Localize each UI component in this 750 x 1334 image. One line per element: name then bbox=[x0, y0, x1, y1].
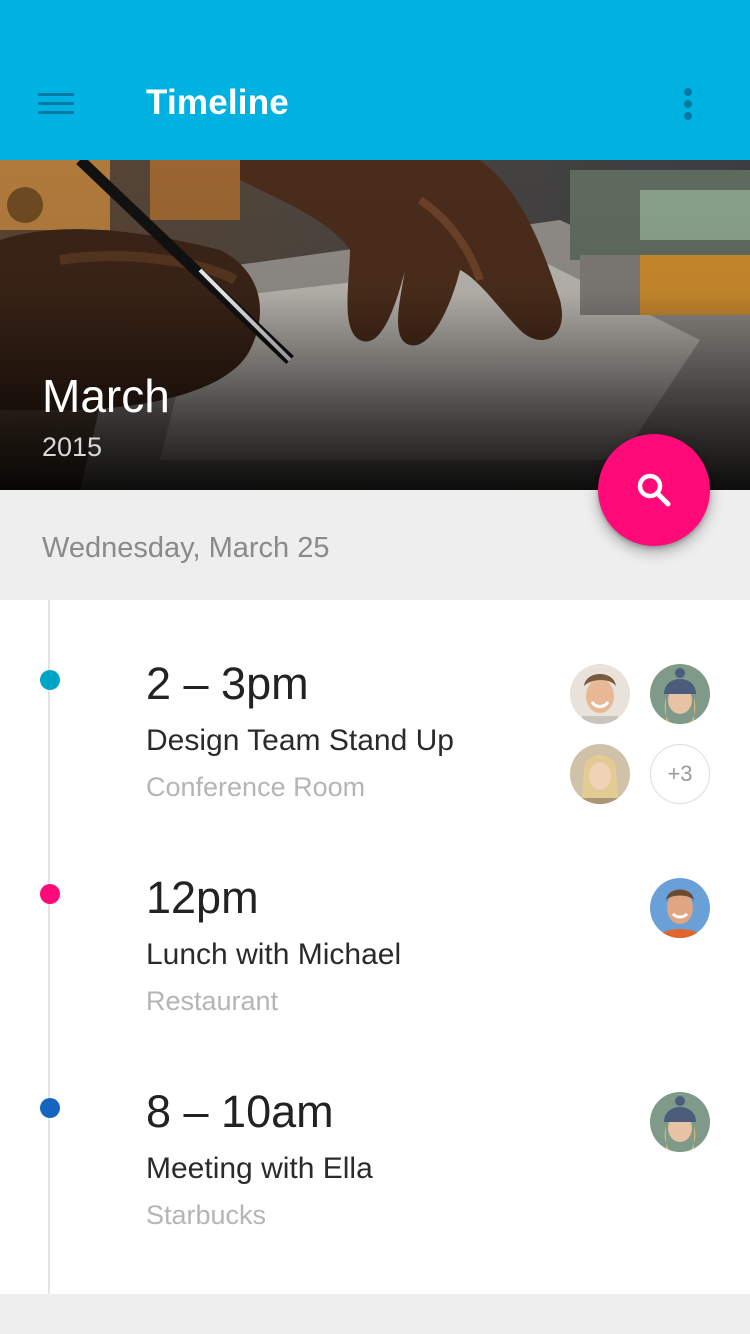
date-label: Wednesday, March 25 bbox=[42, 532, 330, 564]
menu-icon-line bbox=[38, 102, 74, 105]
attendee-avatar[interactable] bbox=[650, 1092, 710, 1152]
attendee-avatar[interactable] bbox=[570, 744, 630, 804]
event-time: 8 – 10am bbox=[146, 1086, 334, 1137]
event-time: 2 – 3pm bbox=[146, 658, 309, 709]
menu-icon-line bbox=[38, 93, 74, 96]
event-title: Design Team Stand Up bbox=[146, 724, 454, 757]
event-dot bbox=[40, 884, 60, 904]
attendee-avatar[interactable] bbox=[650, 878, 710, 938]
event-location: Starbucks bbox=[146, 1200, 267, 1230]
dot bbox=[684, 88, 692, 96]
hero-month: March bbox=[42, 370, 170, 422]
menu-icon-line bbox=[38, 111, 74, 114]
dot bbox=[684, 112, 692, 120]
event-location: Conference Room bbox=[146, 772, 366, 802]
app-bar: Timeline bbox=[0, 0, 750, 160]
menu-icon[interactable] bbox=[38, 90, 74, 118]
dot bbox=[684, 100, 692, 108]
attendee-avatar[interactable] bbox=[570, 664, 630, 724]
bottom-spacer bbox=[0, 1294, 750, 1334]
timeline-event[interactable]: 2 – 3pm Design Team Stand Up Conference … bbox=[0, 656, 750, 856]
timeline-event[interactable]: 8 – 10am Meeting with Ella Starbucks bbox=[0, 1084, 750, 1284]
search-icon bbox=[637, 473, 671, 507]
timeline-event[interactable]: 12pm Lunch with Michael Restaurant bbox=[0, 870, 750, 1070]
event-title: Lunch with Michael bbox=[146, 938, 402, 971]
event-title: Meeting with Ella bbox=[146, 1152, 373, 1185]
attendee-avatar[interactable] bbox=[650, 664, 710, 724]
more-options-icon[interactable] bbox=[676, 86, 700, 126]
event-time: 12pm bbox=[146, 872, 259, 923]
page-title: Timeline bbox=[146, 83, 289, 122]
timeline-list: 2 – 3pm Design Team Stand Up Conference … bbox=[0, 600, 750, 1294]
search-fab[interactable] bbox=[598, 434, 710, 546]
event-dot bbox=[40, 670, 60, 690]
hero-year: 2015 bbox=[42, 432, 103, 462]
event-dot bbox=[40, 1098, 60, 1118]
more-attendees-badge[interactable]: +3 bbox=[650, 744, 710, 804]
event-location: Restaurant bbox=[146, 986, 279, 1016]
